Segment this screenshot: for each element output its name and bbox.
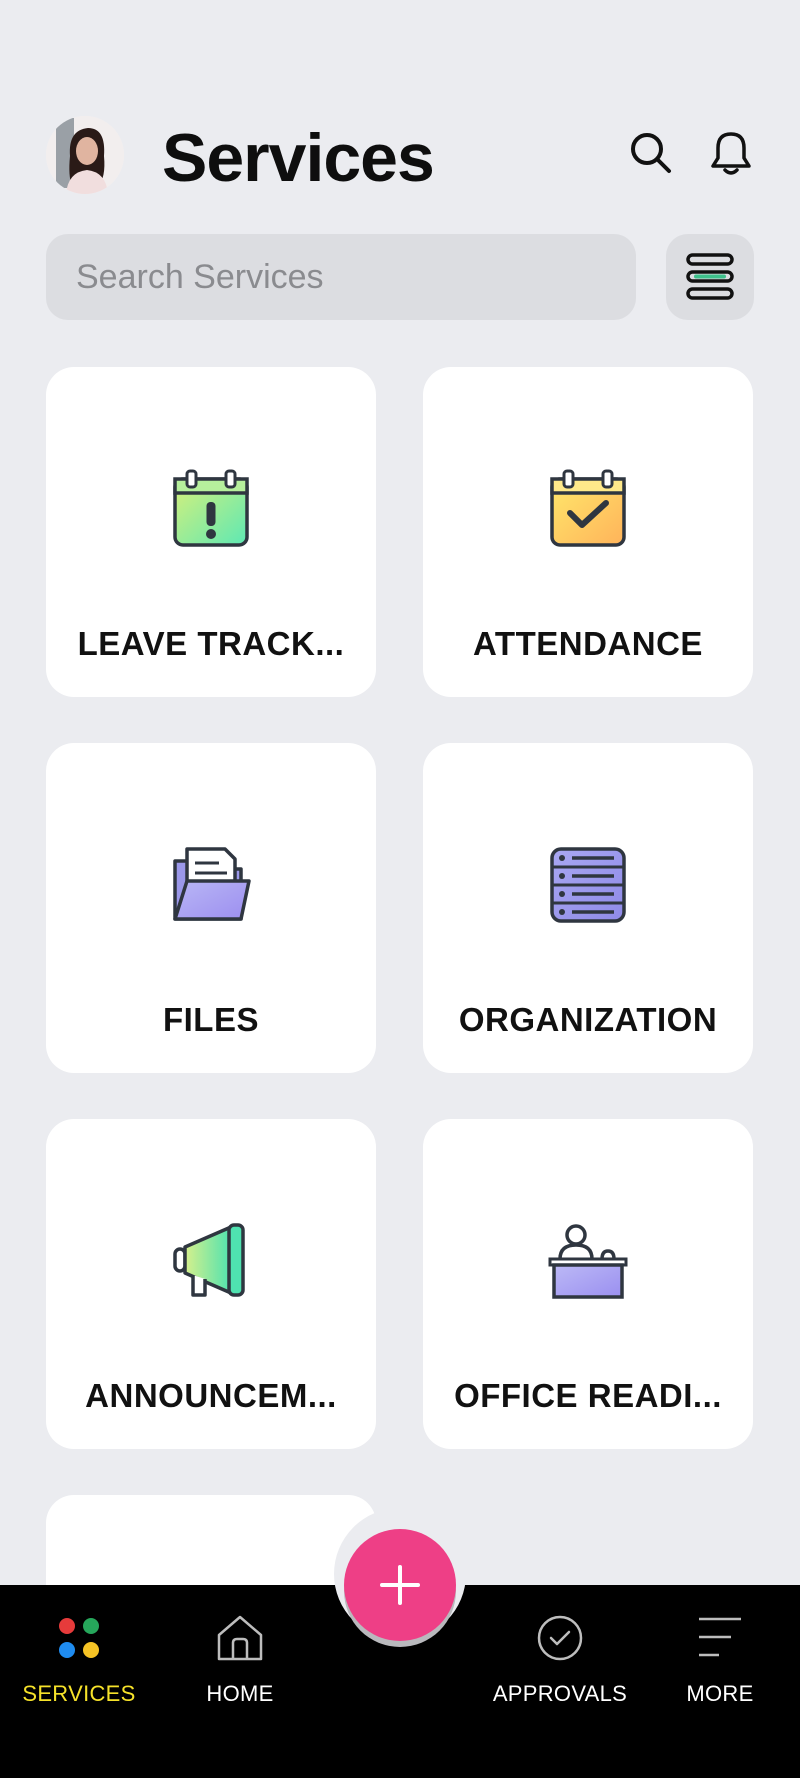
four-dots-icon [4,1611,154,1665]
service-card-leave-tracker[interactable]: LEAVE TRACK... [46,367,376,697]
search-row [46,234,754,320]
service-card-office-readiness[interactable]: OFFICE READI... [423,1119,753,1449]
reception-desk-icon [546,1219,630,1303]
nav-label: SERVICES [22,1681,136,1706]
plus-icon [380,1565,420,1605]
page-title: Services [162,120,435,196]
filter-button[interactable] [666,234,754,320]
search-box[interactable] [46,234,636,320]
nav-item-approvals[interactable]: APPROVALS [485,1611,635,1707]
service-label: ATTENDANCE [473,625,703,662]
folder-icon [169,843,253,927]
bell-icon[interactable] [706,128,756,178]
service-card-announcements[interactable]: ANNOUNCEM... [46,1119,376,1449]
service-card-organization[interactable]: ORGANIZATION [423,743,753,1073]
check-circle-icon [485,1611,635,1665]
service-label: LEAVE TRACK... [77,625,345,662]
nav-item-more[interactable]: MORE [645,1611,795,1707]
calendar-exclamation-icon [169,467,253,551]
nav-item-services[interactable]: SERVICES [4,1611,154,1707]
avatar[interactable] [46,116,124,194]
menu-icon [645,1611,795,1665]
home-icon [165,1611,315,1665]
menu-lines-icon [686,253,734,300]
service-card-attendance[interactable]: ATTENDANCE [423,367,753,697]
service-label: ORGANIZATION [458,1001,718,1038]
nav-label: APPROVALS [492,1681,628,1706]
search-input[interactable] [76,257,636,297]
service-label: OFFICE READI... [454,1377,722,1414]
header: Services [46,116,754,196]
search-icon[interactable] [626,128,676,178]
calendar-check-icon [546,467,630,551]
nav-item-home[interactable]: HOME [165,1611,315,1707]
server-stack-icon [546,843,630,927]
service-label: ANNOUNCEM... [85,1377,337,1414]
megaphone-icon [169,1219,253,1303]
add-button[interactable] [344,1529,456,1641]
nav-label: MORE [686,1681,754,1706]
service-label: FILES [162,1001,259,1038]
nav-label: HOME [206,1681,274,1706]
service-card-files[interactable]: FILES [46,743,376,1073]
